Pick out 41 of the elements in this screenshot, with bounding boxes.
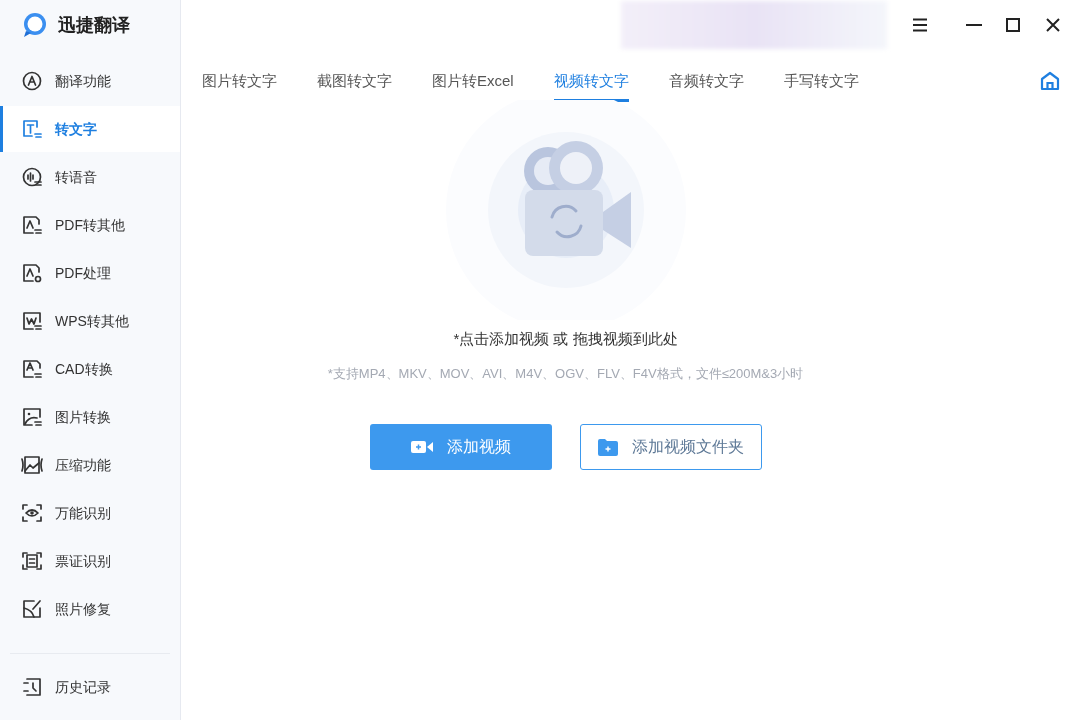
voice-icon — [21, 166, 43, 188]
sidebar-item[interactable]: 转语音 — [0, 154, 180, 200]
tab[interactable]: 手写转文字 — [783, 70, 859, 102]
video-camera-icon — [410, 440, 433, 454]
folder-icon — [597, 438, 618, 456]
close-icon[interactable] — [1046, 18, 1060, 32]
sidebar-item[interactable]: CAD转换 — [0, 346, 180, 392]
sidebar-item[interactable]: 图片转换 — [0, 394, 180, 440]
tab[interactable]: 音频转文字 — [668, 70, 744, 102]
sidebar-item[interactable]: 转文字 — [0, 106, 180, 152]
app-title: 迅捷翻译 — [58, 13, 130, 37]
tab[interactable]: 截图转文字 — [317, 70, 392, 102]
clock-icon — [21, 676, 43, 698]
compress-icon — [21, 454, 43, 476]
sidebar-item[interactable]: 压缩功能 — [0, 442, 180, 488]
translate-icon — [21, 70, 43, 92]
add-folder-button[interactable]: 添加视频文件夹 — [579, 424, 762, 470]
menu-icon[interactable] — [912, 18, 928, 32]
tab[interactable]: 图片转文字 — [202, 70, 277, 102]
sidebar-item[interactable]: WPS转其他 — [0, 298, 180, 344]
sidebar-item[interactable]: PDF转其他 — [0, 202, 180, 248]
pdf-tool-icon — [21, 262, 43, 284]
cad-icon — [21, 358, 43, 380]
history-item[interactable]: 历史记录 — [0, 664, 180, 710]
maximize-icon[interactable] — [1006, 18, 1020, 32]
drop-hint: *点击添加视频 或 拖拽视频到此处 — [453, 329, 678, 349]
wps-icon — [21, 310, 43, 332]
ticket-icon — [21, 550, 43, 572]
text-icon — [21, 118, 43, 140]
eye-icon — [21, 502, 43, 524]
supported-formats: *支持MP4、MKV、MOV、AVI、M4V、OGV、FLV、F4V格式，文件≤200M&3小时 — [327, 364, 804, 383]
sidebar-item[interactable]: 照片修复 — [0, 586, 180, 632]
pdf-convert-icon — [21, 214, 43, 236]
sidebar-item[interactable]: 万能识别 — [0, 490, 180, 536]
home-icon[interactable] — [1040, 71, 1060, 91]
photo-repair-icon — [21, 598, 43, 620]
sidebar-item[interactable]: PDF处理 — [0, 250, 180, 296]
image-convert-icon — [21, 406, 43, 428]
sidebar-item[interactable]: 翻译功能 — [0, 58, 180, 104]
tab[interactable]: 图片转Excel — [432, 70, 514, 102]
sidebar-item[interactable]: 票证识别 — [0, 538, 180, 584]
